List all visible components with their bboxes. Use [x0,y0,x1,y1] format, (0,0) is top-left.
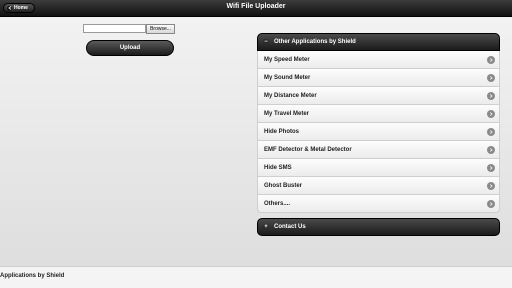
list-item-label: Ghost Buster [264,182,303,189]
app-list: My Speed Meter My Sound Meter My Distanc… [257,51,500,213]
list-item[interactable]: My Distance Meter [257,87,500,105]
list-item-label: Others.... [264,200,291,207]
chevron-right-icon [487,163,495,172]
list-item[interactable]: Ghost Buster [257,177,500,195]
list-item-label: My Distance Meter [264,92,317,99]
list-item[interactable]: My Travel Meter [257,105,500,123]
footer-text: Applications by Shield [0,273,65,279]
list-item[interactable]: My Speed Meter [257,51,500,69]
list-item-label: My Travel Meter [264,110,310,117]
contact-title: Contact Us [274,224,306,230]
chevron-right-icon [487,199,495,208]
list-item[interactable]: Others.... [257,195,500,213]
list-item[interactable]: My Sound Meter [257,69,500,87]
minus-icon: − [263,39,269,45]
list-item[interactable]: EMF Detector & Metal Detector [257,141,500,159]
page-title: Wifi File Uploader [226,3,286,10]
chevron-right-icon [487,181,495,190]
chevron-right-icon [487,73,495,82]
upload-button[interactable]: Upload [86,40,174,56]
list-item-label: Hide Photos [264,128,300,135]
chevron-right-icon [487,55,495,64]
contact-header[interactable]: + Contact Us [257,218,500,236]
list-item-label: My Speed Meter [264,56,310,63]
list-item-label: EMF Detector & Metal Detector [264,146,352,153]
app-footer: Applications by Shield [0,266,512,288]
plus-icon: + [263,224,269,230]
other-apps-collapsible: − Other Applications by Shield My Speed … [257,33,500,213]
list-item[interactable]: Hide SMS [257,159,500,177]
list-item-label: My Sound Meter [264,74,311,81]
chevron-right-icon [487,145,495,154]
other-apps-header[interactable]: − Other Applications by Shield [257,33,500,51]
chevron-right-icon [487,127,495,136]
chevron-right-icon [487,91,495,100]
chevron-right-icon [487,109,495,118]
file-path-input[interactable] [83,24,146,33]
contact-collapsible: + Contact Us [257,218,500,236]
other-apps-title: Other Applications by Shield [274,39,356,45]
browse-button[interactable]: Browse... [146,24,175,34]
app-header: Home Wifi File Uploader [0,0,512,17]
list-item[interactable]: Hide Photos [257,123,500,141]
list-item-label: Hide SMS [264,164,292,171]
